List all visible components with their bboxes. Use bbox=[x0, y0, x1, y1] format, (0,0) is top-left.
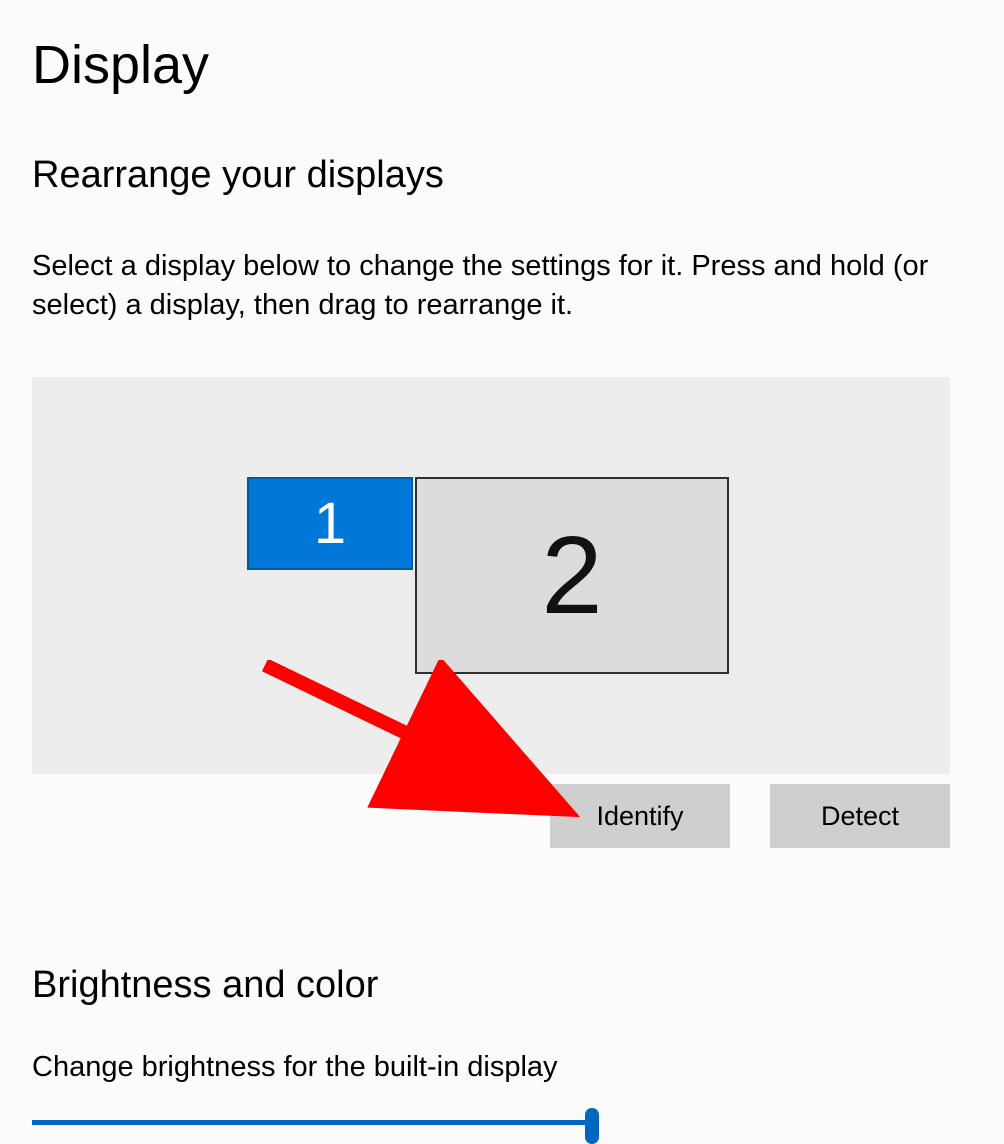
slider-thumb[interactable] bbox=[585, 1108, 599, 1144]
section-title-brightness: Brightness and color bbox=[32, 964, 972, 1007]
brightness-label: Change brightness for the built-in displ… bbox=[32, 1051, 972, 1084]
rearrange-description: Select a display below to change the set… bbox=[32, 247, 972, 325]
section-title-rearrange: Rearrange your displays bbox=[32, 154, 972, 197]
identify-button[interactable]: Identify bbox=[550, 784, 730, 848]
display-tile-1-label: 1 bbox=[314, 490, 346, 557]
slider-fill bbox=[32, 1120, 592, 1125]
detect-button[interactable]: Detect bbox=[770, 784, 950, 848]
brightness-slider[interactable] bbox=[32, 1108, 592, 1138]
display-tile-1[interactable]: 1 bbox=[247, 477, 413, 570]
page-title: Display bbox=[32, 34, 972, 96]
display-arrangement-area[interactable]: 1 2 bbox=[32, 377, 950, 774]
display-tile-2-label: 2 bbox=[541, 512, 602, 639]
display-tile-2[interactable]: 2 bbox=[415, 477, 729, 674]
